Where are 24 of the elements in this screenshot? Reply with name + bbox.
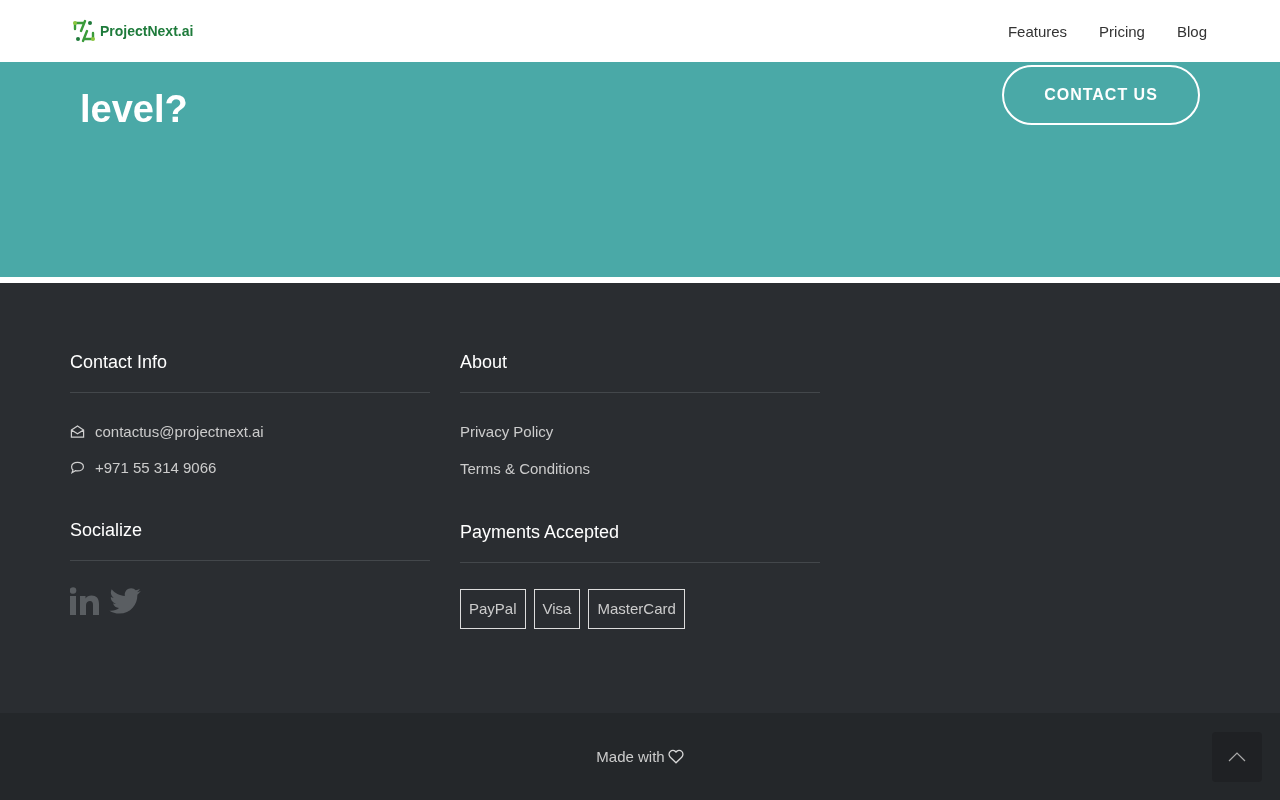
bird-icon[interactable] xyxy=(109,588,141,614)
logo-icon xyxy=(72,19,96,43)
nav-link[interactable]: Pricing xyxy=(1099,22,1145,40)
contact-text[interactable]: +971 55 314 9066 xyxy=(95,459,217,476)
contact-text[interactable]: contactus@projectnext.ai xyxy=(95,423,264,440)
logo-text[interactable]: ProjectNext.ai xyxy=(100,23,194,39)
payment-tag: PayPal xyxy=(460,589,526,629)
envelope-icon xyxy=(70,424,85,439)
section-heading: Socialize xyxy=(70,519,144,542)
footer-link[interactable]: Privacy Policy xyxy=(460,422,820,442)
payment-tag: MasterCard xyxy=(588,589,685,629)
nav-link[interactable]: Blog xyxy=(1176,22,1207,40)
cta-heading: level? xyxy=(80,87,189,132)
speech-bubble-icon xyxy=(70,460,85,475)
section-heading: Contact Info xyxy=(70,351,169,374)
payment-tag: Visa xyxy=(533,589,581,629)
footer-link[interactable]: Terms & Conditions xyxy=(460,459,820,479)
section-heading: About xyxy=(460,351,509,374)
chevron-up-icon xyxy=(1228,752,1246,762)
heart-icon xyxy=(667,749,684,764)
section-heading: Payments Accepted xyxy=(460,521,621,544)
nav-link[interactable]: Features xyxy=(1007,22,1068,40)
linkedin-icon[interactable] xyxy=(70,587,99,615)
credit-text: Made with xyxy=(596,748,665,765)
